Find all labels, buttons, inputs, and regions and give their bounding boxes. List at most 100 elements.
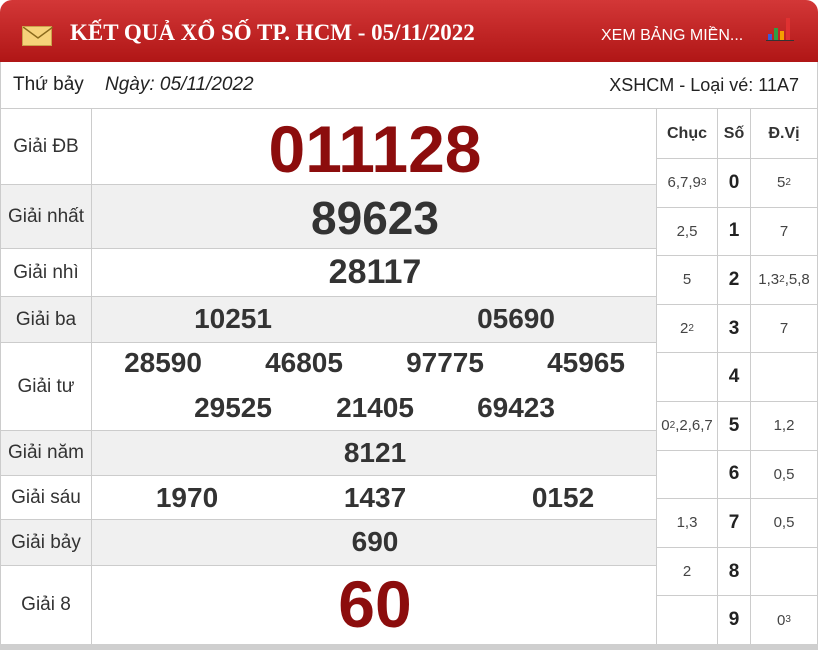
prize-label: Giải bảy xyxy=(1,520,92,565)
prize-label: Giải tư xyxy=(1,343,92,430)
prize-label: Giải ba xyxy=(1,297,92,342)
info-bar: Thứ bảy Ngày: 05/11/2022 XSHCM - Loại vé… xyxy=(0,62,818,108)
loto-row: 6 0,5 xyxy=(657,449,817,499)
prize-label: Giải nhất xyxy=(1,185,92,248)
loto-header-chuc: Chục xyxy=(657,109,718,158)
weekday-label: Thứ bảy xyxy=(13,74,84,95)
loto-dv-cell: 0,5 xyxy=(773,514,795,532)
loto-digit-cell: 1 xyxy=(718,207,751,256)
prize-number: 69423 xyxy=(477,392,555,423)
prize-label: Giải năm xyxy=(1,431,92,475)
prize-values: 28590 46805 97775 45965 29525 21405 6942… xyxy=(92,343,657,430)
page-title: KẾT QUẢ XỔ SỐ TP. HCM - 05/11/2022 xyxy=(70,20,475,45)
prize-label: Giải nhì xyxy=(1,249,92,296)
prize-number: 1970 xyxy=(155,482,219,513)
prize-number: 10251 xyxy=(194,303,272,334)
bar-chart-icon[interactable] xyxy=(766,16,794,42)
loto-digit-cell: 7 xyxy=(718,499,751,547)
prize-label: Giải 8 xyxy=(1,566,92,644)
loto-chuc-cell: 2,5 xyxy=(657,207,718,256)
prize-number: 89623 xyxy=(311,192,439,244)
prize-row-sixth: Giải sáu 1970 1437 0152 xyxy=(1,475,657,519)
prize-values: 28117 xyxy=(92,249,657,296)
prize-row-third: Giải ba 10251 05690 xyxy=(1,296,657,342)
loto-chuc-cell xyxy=(657,596,718,644)
loto-header-row: Chục Số Đ.Vị xyxy=(657,108,817,158)
prize-number: 46805 xyxy=(265,347,343,378)
prize-number: 690 xyxy=(351,526,399,557)
prize-values: 8121 xyxy=(92,431,657,475)
prize-row-fifth: Giải năm 8121 xyxy=(1,430,657,475)
loto-digit-cell: 9 xyxy=(718,596,751,644)
loto-table: Chục Số Đ.Vị 6,7,9 3 0 5 2 2,5 1 7 5 2 1,3 2,5,8 2 2 3… xyxy=(656,108,818,650)
prize-number: 0152 xyxy=(531,482,595,513)
loto-dv-cell: 1,2 xyxy=(773,417,795,435)
loto-dv-cell: 7 xyxy=(779,222,789,240)
prize-values: 89623 xyxy=(92,185,657,248)
loto-digit-cell: 2 xyxy=(718,256,751,304)
loto-row: 223 7 xyxy=(657,303,817,353)
prize-row-first: Giải nhất 89623 xyxy=(1,184,657,248)
prize-values: 690 xyxy=(92,520,657,565)
loto-dv-cell xyxy=(751,548,817,596)
loto-chuc-cell: 1,3 xyxy=(657,499,718,547)
loto-dv-cell: 03 xyxy=(777,611,791,629)
loto-row: 6,7,9 3 0 5 2 xyxy=(657,158,817,207)
prize-number: 8121 xyxy=(343,437,407,468)
prize-values: 011128 xyxy=(92,109,657,186)
prize-label: Giải ĐB xyxy=(1,109,92,184)
loto-digit-cell: 4 xyxy=(718,353,751,401)
bottom-divider xyxy=(0,644,818,650)
lottery-result-widget: KẾT QUẢ XỔ SỐ TP. HCM - 05/11/2022 XEM B… xyxy=(0,0,818,650)
prize-number: 1437 xyxy=(343,482,407,513)
prize-row-eighth: Giải 8 60 xyxy=(1,565,657,644)
loto-chuc-cell: 22 xyxy=(657,304,718,353)
loto-digit-cell: 6 xyxy=(718,450,751,499)
prize-number: 60 xyxy=(338,567,412,641)
prize-row-second: Giải nhì 28117 xyxy=(1,248,657,296)
loto-chuc-cell xyxy=(657,353,718,401)
prize-values: 60 xyxy=(92,566,657,644)
loto-digit-cell: 8 xyxy=(718,547,751,596)
draw-date: Ngày: 05/11/2022 xyxy=(105,74,254,95)
loto-digit-cell: 0 xyxy=(718,159,751,207)
prize-row-fourth: Giải tư 28590 46805 97775 45965 29525 21… xyxy=(1,342,657,430)
loto-chuc-cell: 2 xyxy=(657,547,718,596)
prize-number: 28590 xyxy=(124,347,202,378)
loto-row: 28 xyxy=(657,546,817,596)
prize-number: 29525 xyxy=(194,392,272,423)
loto-row: 2,5 1 7 xyxy=(657,206,817,256)
loto-row: 1,3 7 0,5 xyxy=(657,498,817,547)
prize-number: 011128 xyxy=(268,112,482,186)
view-region-link[interactable]: XEM BẢNG MIỀN... xyxy=(601,27,743,45)
ticket-type: XSHCM - Loại vé: 11A7 xyxy=(609,75,799,95)
prize-row-seventh: Giải bảy 690 xyxy=(1,519,657,565)
loto-dv-cell: 0,5 xyxy=(773,465,795,483)
loto-dv-cell: 52 xyxy=(777,174,791,192)
envelope-icon xyxy=(22,26,53,46)
prize-row-special: Giải ĐB 011128 xyxy=(1,108,657,186)
loto-row: 0 2,2,6,7 5 1,2 xyxy=(657,401,817,450)
prize-label: Giải sáu xyxy=(1,476,92,519)
loto-row: 5 2 1,3 2,5,8 xyxy=(657,255,817,304)
loto-chuc-cell: 5 xyxy=(657,256,718,304)
prize-values: 10251 05690 xyxy=(92,297,657,342)
loto-dv-cell: 1,3 2,5,8 xyxy=(758,271,810,289)
loto-chuc-cell xyxy=(657,450,718,499)
results-table: Giải ĐB 011128 Giải nhất 89623 Giải nhì … xyxy=(0,108,657,644)
loto-header-dv: Đ.Vị xyxy=(768,124,800,142)
prize-number: 45965 xyxy=(547,347,625,378)
loto-digit-cell: 5 xyxy=(718,402,751,450)
loto-row: 4 xyxy=(657,352,817,401)
loto-row: 9 03 xyxy=(657,595,817,644)
prize-values: 1970 1437 0152 xyxy=(92,476,657,519)
loto-chuc-cell: 6,7,9 3 xyxy=(657,159,718,207)
loto-dv-cell: 7 xyxy=(779,320,789,338)
loto-dv-cell xyxy=(751,353,817,401)
loto-header-so: Số xyxy=(718,109,751,158)
loto-digit-cell: 3 xyxy=(718,304,751,353)
prize-number: 28117 xyxy=(328,253,422,291)
prize-number: 21405 xyxy=(336,392,414,423)
prize-number: 05690 xyxy=(477,303,555,334)
header-bar: KẾT QUẢ XỔ SỐ TP. HCM - 05/11/2022 XEM B… xyxy=(0,0,818,62)
